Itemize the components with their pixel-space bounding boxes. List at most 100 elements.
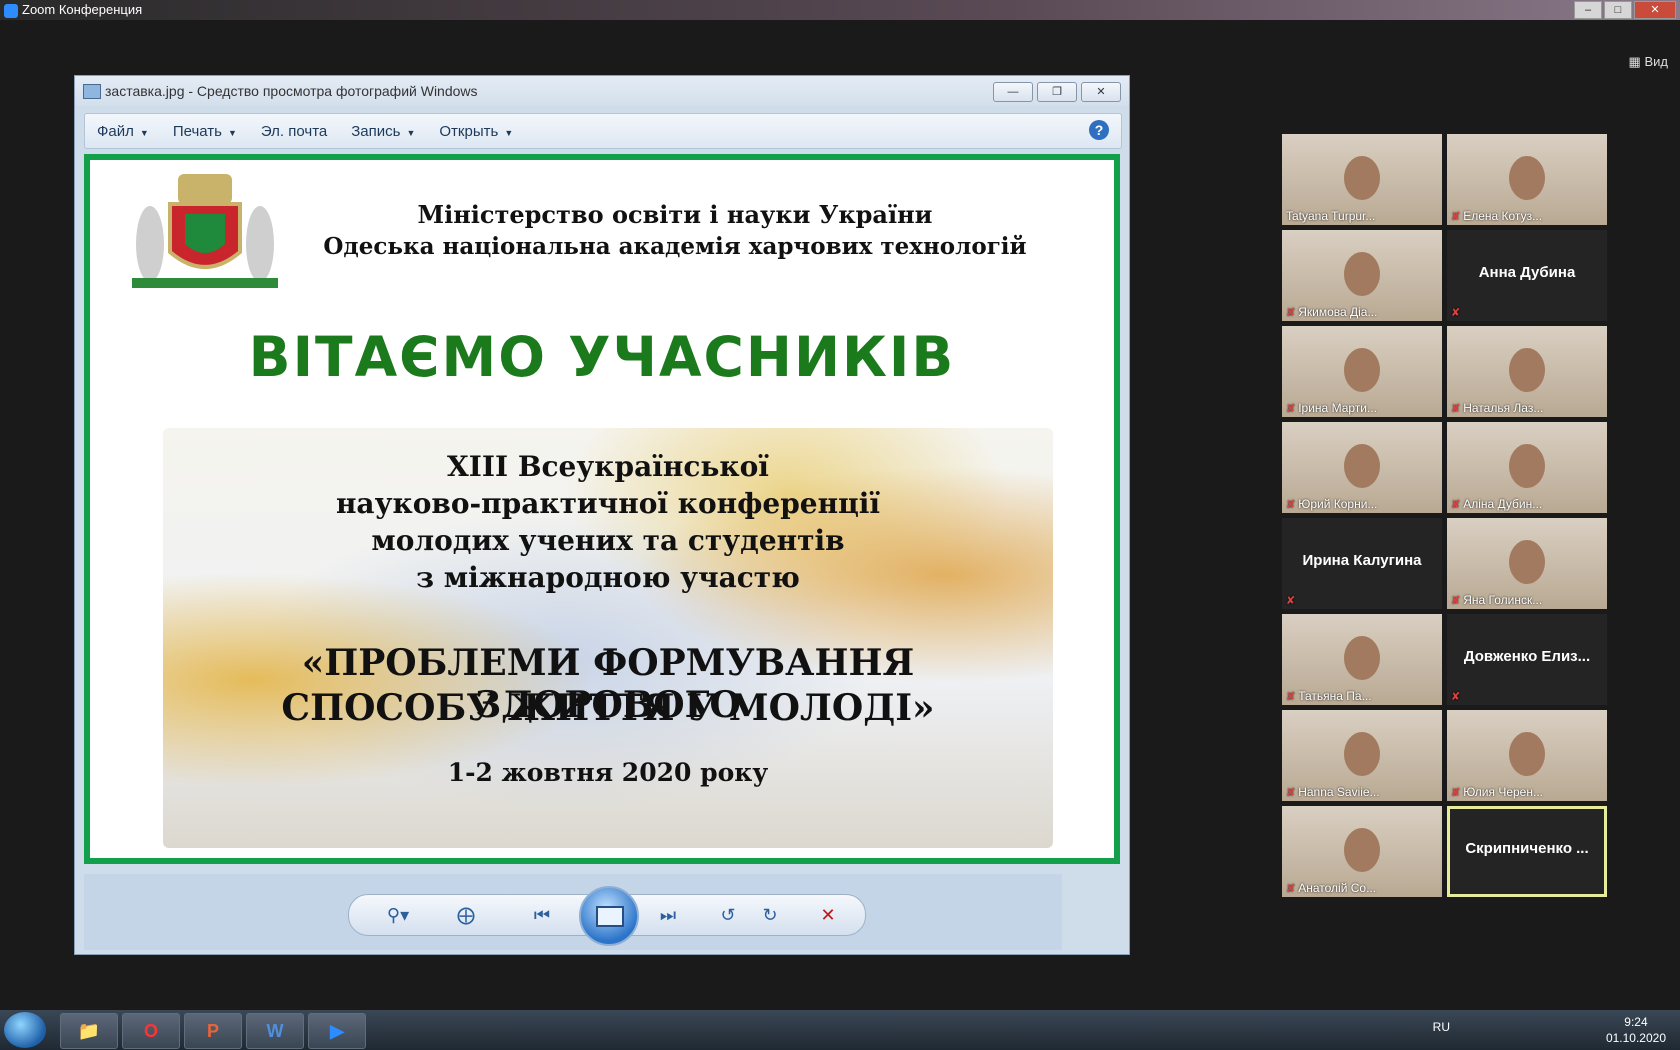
fit-window-icon[interactable]: ⨁ [453, 904, 479, 926]
photo-viewer-titlebar: заставка.jpg - Средство просмотра фотогр… [75, 76, 1129, 106]
participant-tile[interactable]: ✘ Наталья Лаз... [1447, 326, 1607, 417]
participant-tile[interactable]: ✘ Елена Котуз... [1447, 134, 1607, 225]
academy-heading: Одеська національна академія харчових те… [323, 233, 1027, 260]
participant-name: Юлия Черен... [1463, 785, 1543, 799]
participant-tile[interactable]: Анна Дубина ✘ [1447, 230, 1607, 321]
mic-muted-icon: ✘ [1451, 595, 1461, 607]
grid-icon: ▦ [1628, 54, 1641, 69]
participant-tile[interactable]: ✘ Яна Голинск... [1447, 518, 1607, 609]
mic-muted-icon: ✘ [1286, 883, 1296, 895]
chevron-down-icon: ▼ [139, 127, 149, 138]
slideshow-icon[interactable] [579, 886, 639, 946]
chevron-down-icon: ▼ [406, 127, 416, 138]
mic-muted-icon: ✘ [1451, 307, 1461, 319]
mic-muted-icon: ✘ [1286, 499, 1296, 511]
mic-muted-icon: ✘ [1286, 307, 1296, 319]
zoom-app-icon[interactable]: ▶ [308, 1013, 366, 1049]
participant-tile[interactable]: ✘ Татьяна Па... [1282, 614, 1442, 705]
opera-icon[interactable]: O [122, 1013, 180, 1049]
viewer-control-bar: ⚲▾ ⨁ ⏮ ⏭ ↺ ↻ ✕ [348, 886, 866, 946]
participant-label: ✘ Якимова Діа... [1286, 305, 1377, 319]
menu-open[interactable]: Открыть ▼ [427, 123, 525, 140]
participant-tile[interactable]: ✘ Ірина Марти... [1282, 326, 1442, 417]
viewer-close-button[interactable]: ✕ [1081, 82, 1121, 102]
participant-tile[interactable]: Tatyana Turpur... [1282, 134, 1442, 225]
mic-muted-icon: ✘ [1451, 499, 1461, 511]
participant-label: ✘ [1451, 689, 1463, 703]
conference-dates: 1-2 жовтня 2020 року [447, 758, 769, 787]
topic-line-2: СПОСОБУ ЖИТТЯ У МОЛОДІ» [281, 687, 935, 729]
chevron-down-icon: ▼ [504, 127, 514, 138]
participant-label: Tatyana Turpur... [1286, 209, 1375, 223]
participant-label: ✘ Юрий Корни... [1286, 497, 1377, 511]
start-button[interactable] [4, 1012, 46, 1048]
participant-name-center: Анна Дубина [1478, 264, 1576, 281]
participant-tile[interactable]: ✘ Аліна Дубин... [1447, 422, 1607, 513]
participant-face [1344, 636, 1380, 680]
participant-label: ✘ Наталья Лаз... [1451, 401, 1543, 415]
participant-tile[interactable]: ✘ Анатолій Со... [1282, 806, 1442, 897]
viewer-menubar: Файл ▼ Печать ▼ Эл. почта Запись ▼ Открыть ▼… [84, 113, 1122, 149]
participant-label: ✘ Елена Котуз... [1451, 209, 1542, 223]
menu-email[interactable]: Эл. почта [249, 123, 339, 140]
delete-icon[interactable]: ✕ [815, 904, 841, 926]
zoom-icon[interactable]: ⚲▾ [385, 904, 411, 926]
participant-tile[interactable]: Ирина Калугина ✘ [1282, 518, 1442, 609]
help-icon[interactable]: ? [1089, 120, 1109, 140]
conference-line-4: з міжнародною участю [416, 561, 800, 594]
participant-tile[interactable]: Скрипниченко ... [1447, 806, 1607, 897]
participant-label: ✘ Hanna Saviie... [1286, 785, 1380, 799]
participant-tile[interactable]: ✘ Юлия Черен... [1447, 710, 1607, 801]
participant-label: ✘ Анатолій Со... [1286, 881, 1376, 895]
mic-muted-icon: ✘ [1286, 787, 1296, 799]
participant-tile[interactable]: ✘ Якимова Діа... [1282, 230, 1442, 321]
slide-image: Міністерство освіти і науки України Одес… [84, 154, 1120, 864]
mic-muted-icon: ✘ [1451, 403, 1461, 415]
participant-face [1509, 156, 1545, 200]
participant-label: ✘ Юлия Черен... [1451, 785, 1543, 799]
rotate-right-icon[interactable]: ↻ [757, 904, 783, 926]
participant-name-center: Скрипниченко ... [1465, 840, 1589, 857]
participant-face [1509, 444, 1545, 488]
zoom-titlebar: Zoom Конференция – □ ✕ [0, 0, 1680, 20]
participant-label: ✘ Татьяна Па... [1286, 689, 1372, 703]
participant-tile[interactable]: Довженко Елиз... ✘ [1447, 614, 1607, 705]
view-button[interactable]: ▦ Вид [1629, 54, 1668, 70]
menu-print[interactable]: Печать ▼ [161, 123, 249, 140]
next-icon[interactable]: ⏭ [655, 904, 681, 926]
maximize-button[interactable]: □ [1604, 1, 1632, 19]
viewer-controls: ⚲▾ ⨁ ⏮ ⏭ ↺ ↻ ✕ [84, 874, 1062, 950]
participant-name: Татьяна Па... [1298, 689, 1372, 703]
participant-label: ✘ Яна Голинск... [1451, 593, 1542, 607]
clock-date: 01.10.2020 [1605, 1031, 1666, 1045]
participant-name: Юрий Корни... [1298, 497, 1378, 511]
powerpoint-icon[interactable]: P [184, 1013, 242, 1049]
participant-tile[interactable]: ✘ Юрий Корни... [1282, 422, 1442, 513]
close-button[interactable]: ✕ [1634, 1, 1676, 19]
explorer-icon[interactable]: 📁 [60, 1013, 118, 1049]
participant-face [1509, 732, 1545, 776]
participant-name: Наталья Лаз... [1463, 401, 1544, 415]
photo-viewer-app-icon [83, 84, 101, 99]
word-icon[interactable]: W [246, 1013, 304, 1049]
zoom-logo-icon [4, 3, 18, 18]
previous-icon[interactable]: ⏮ [529, 904, 555, 926]
menu-file[interactable]: Файл ▼ [85, 123, 161, 140]
viewer-restore-button[interactable]: ❐ [1037, 82, 1077, 102]
menu-burn[interactable]: Запись ▼ [339, 123, 427, 140]
participant-name: Елена Котуз... [1463, 209, 1543, 223]
participant-face [1344, 252, 1380, 296]
minimize-button[interactable]: – [1574, 1, 1602, 19]
photo-viewer-window: заставка.jpg - Средство просмотра фотогр… [74, 75, 1130, 955]
participant-label: ✘ [1286, 593, 1298, 607]
participant-label: ✘ Ірина Марти... [1286, 401, 1377, 415]
participant-name: Яна Голинск... [1463, 593, 1543, 607]
participant-tile[interactable]: ✘ Hanna Saviie... [1282, 710, 1442, 801]
participant-label: ✘ [1451, 305, 1463, 319]
viewer-minimize-button[interactable]: — [993, 82, 1033, 102]
participant-name-center: Довженко Елиз... [1463, 648, 1591, 665]
zoom-title: Zoom Конференция [22, 2, 143, 17]
clock[interactable]: 9:24 01.10.2020 [1606, 1014, 1666, 1046]
rotate-left-icon[interactable]: ↺ [715, 904, 741, 926]
language-indicator[interactable]: RU [1433, 1020, 1450, 1034]
